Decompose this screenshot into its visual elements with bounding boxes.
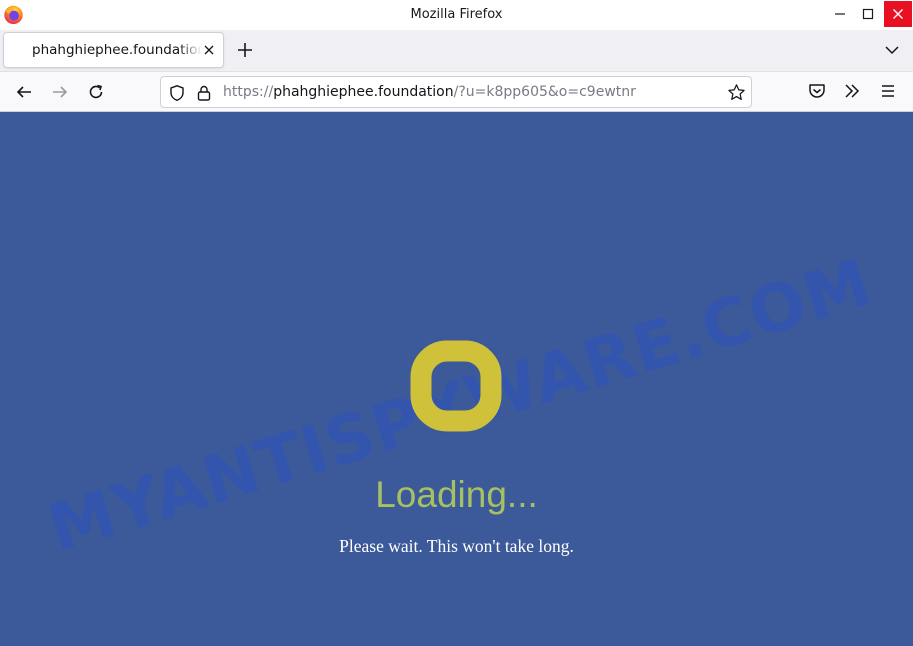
loading-text: Loading...: [375, 474, 538, 515]
tab-active[interactable]: phahghiephee.foundation: [3, 32, 224, 68]
reload-icon: [89, 84, 103, 99]
minimize-button[interactable]: [826, 0, 854, 28]
arrow-left-icon: [16, 86, 31, 98]
shield-icon[interactable]: [168, 84, 186, 102]
window-titlebar: Mozilla Firefox: [0, 0, 913, 30]
maximize-button[interactable]: [854, 0, 882, 28]
plus-icon[interactable]: [234, 39, 256, 61]
lock-icon[interactable]: [195, 84, 213, 102]
close-icon: [893, 9, 903, 19]
star-icon[interactable]: [727, 83, 746, 102]
double-chevron-icon[interactable]: [841, 80, 863, 102]
hamburger-menu-icon[interactable]: [877, 80, 899, 102]
address-bar[interactable]: https://phahghiephee.foundation/?u=k8pp6…: [160, 76, 752, 108]
url-text[interactable]: https://phahghiephee.foundation/?u=k8pp6…: [223, 77, 636, 107]
chevron-down-icon[interactable]: [882, 40, 902, 60]
url-path: /?u=k8pp605&o=c9ewtnr: [453, 84, 636, 100]
back-button[interactable]: [12, 80, 36, 104]
page-content: MYANTISPYWARE.COM Loading... Please wait…: [0, 112, 913, 646]
wait-message: Please wait. This won't take long.: [339, 536, 574, 556]
navigation-toolbar: https://phahghiephee.foundation/?u=k8pp6…: [0, 71, 913, 112]
tab-close-icon[interactable]: [201, 42, 217, 58]
minimize-icon: [835, 13, 845, 15]
tab-title: phahghiephee.foundation: [32, 42, 202, 58]
window-title: Mozilla Firefox: [410, 7, 503, 22]
close-window-button[interactable]: [884, 1, 912, 27]
reload-button[interactable]: [84, 80, 108, 104]
forward-button[interactable]: [48, 80, 72, 104]
pocket-icon[interactable]: [806, 80, 828, 102]
maximize-icon: [862, 8, 874, 20]
loading-spinner-icon: [410, 340, 502, 432]
tab-strip: phahghiephee.foundation: [0, 30, 913, 71]
arrow-right-icon: [53, 86, 68, 98]
url-scheme: https://: [223, 84, 274, 100]
url-host: phahghiephee.foundation: [273, 84, 454, 100]
